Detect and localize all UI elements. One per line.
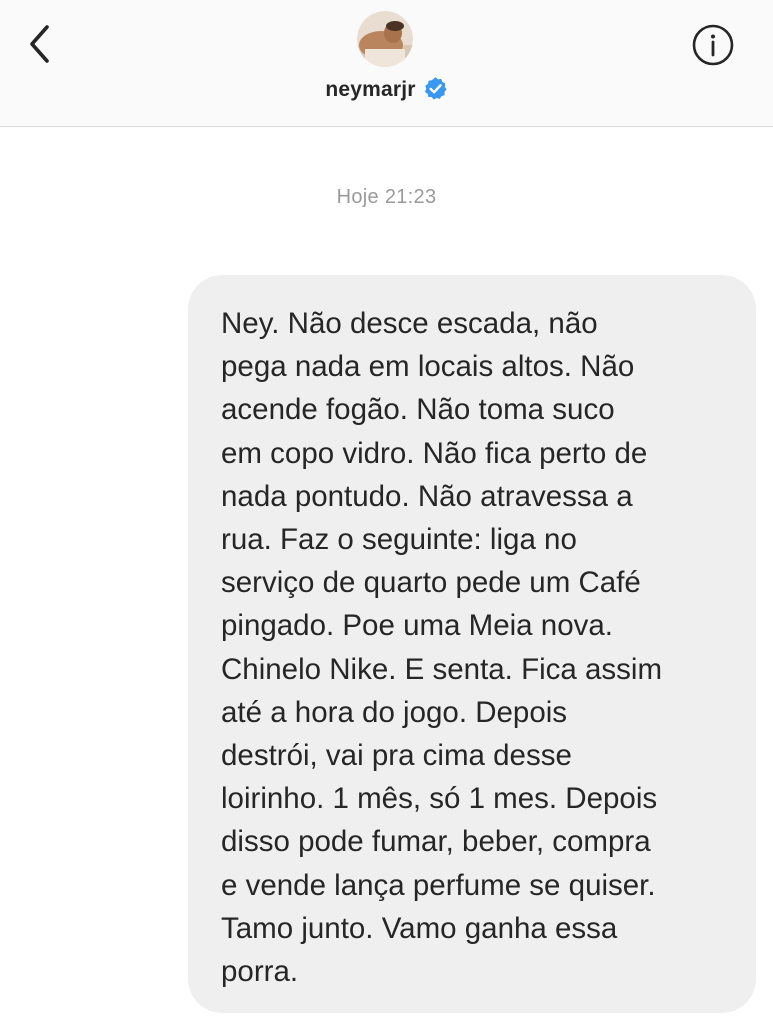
info-button[interactable] bbox=[691, 23, 735, 67]
message-timestamp: Hoje 21:23 bbox=[336, 186, 437, 208]
message-bubble-outgoing[interactable]: Ney. Não desce escada, não pega nada em … bbox=[188, 275, 756, 1013]
avatar[interactable] bbox=[357, 11, 413, 67]
username-row[interactable]: neymarjr bbox=[0, 76, 773, 102]
message-text: Ney. Não desce escada, não pega nada em … bbox=[221, 307, 663, 989]
direct-message-screen: neymarjr Hoje 21:23 Ney. Não desce escad… bbox=[0, 0, 773, 1024]
chevron-left-icon bbox=[30, 25, 49, 63]
profile-avatar bbox=[357, 11, 413, 67]
chat-header: neymarjr bbox=[0, 0, 773, 127]
info-icon bbox=[692, 24, 734, 66]
verified-badge-icon bbox=[424, 77, 447, 100]
back-button[interactable] bbox=[22, 22, 62, 66]
username[interactable]: neymarjr bbox=[325, 78, 415, 101]
